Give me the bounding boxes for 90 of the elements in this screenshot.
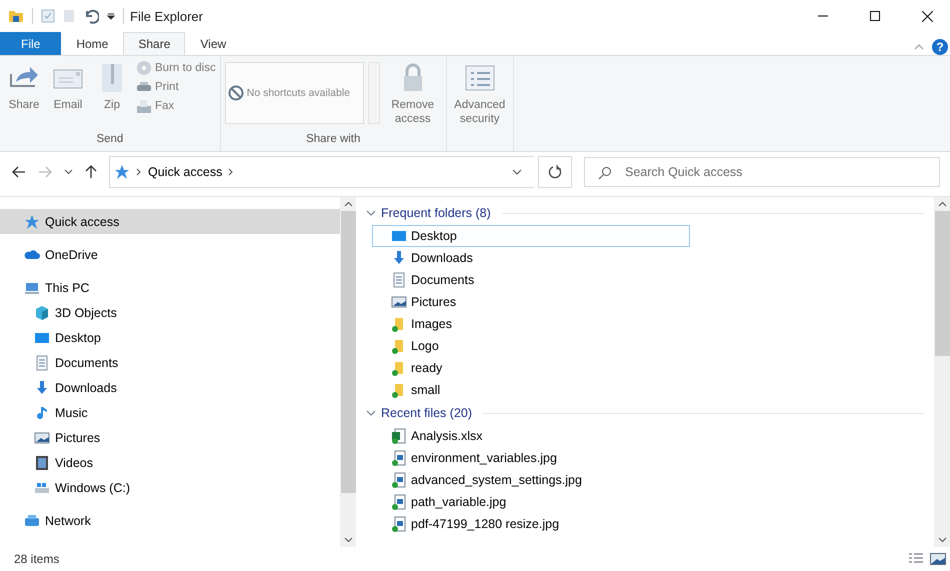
address-field[interactable]: Quick access: [109, 156, 534, 188]
file-item[interactable]: environment_variables.jpg: [372, 447, 690, 469]
ribbon-group-label: Share with: [305, 133, 362, 147]
star-icon: [24, 214, 40, 230]
image-icon: [391, 450, 407, 466]
chevron-up-icon[interactable]: [914, 43, 924, 51]
help-button[interactable]: ?: [932, 39, 948, 55]
up-arrow-icon: [85, 165, 97, 179]
file-item[interactable]: Downloads: [372, 247, 690, 269]
nav-tree-item[interactable]: Windows (C:): [0, 475, 340, 500]
large-icons-view-button[interactable]: [930, 552, 946, 566]
search-field[interactable]: Search Quick access: [584, 157, 940, 187]
ribbon-button[interactable]: Advanced security: [450, 60, 509, 133]
forward-arrow-icon: [38, 166, 52, 178]
file-item[interactable]: Images: [372, 313, 690, 335]
cube-icon: [34, 304, 50, 320]
download-icon: [34, 380, 50, 396]
chevron-down-icon[interactable]: [512, 169, 522, 175]
file-item[interactable]: Documents: [372, 269, 690, 291]
disc-icon: [136, 60, 152, 76]
file-item[interactable]: ready: [372, 357, 690, 379]
ribbon-tab[interactable]: File: [0, 32, 62, 55]
nav-tree-item[interactable]: Desktop: [0, 325, 340, 350]
desktop-icon: [391, 228, 407, 244]
file-item[interactable]: advanced_system_settings.jpg: [372, 469, 690, 491]
download-icon: [391, 250, 407, 266]
window-title: File Explorer: [130, 8, 203, 24]
nav-tree-item[interactable]: Downloads: [0, 375, 340, 400]
star-icon: [114, 164, 130, 180]
ribbon-small-button[interactable]: Burn to disc: [136, 60, 216, 76]
sidebar-scrollbar[interactable]: [340, 197, 356, 547]
chevron-right-icon: [228, 168, 234, 176]
image-icon: [391, 516, 407, 532]
videos-icon: [34, 454, 50, 470]
pictures-icon: [34, 430, 50, 446]
prohibited-icon: [228, 85, 244, 101]
nav-tree-item[interactable]: 3D Objects: [0, 300, 340, 325]
file-item[interactable]: Desktop: [372, 225, 690, 247]
undo-icon[interactable]: [83, 8, 99, 24]
fax-icon: [136, 98, 152, 114]
refresh-button[interactable]: [538, 156, 572, 188]
folder-icon[interactable]: [8, 8, 24, 24]
nav-tree-item[interactable]: Documents: [0, 350, 340, 375]
nav-tree-item[interactable]: Quick access: [0, 209, 340, 234]
picture-icon: [930, 552, 946, 566]
ribbon-button[interactable]: Zip: [92, 60, 132, 133]
image-icon: [391, 494, 407, 510]
ribbon-button[interactable]: Remove access: [384, 60, 442, 133]
file-item[interactable]: Logo: [372, 335, 690, 357]
maximize-icon: [870, 11, 880, 21]
nav-tree-item[interactable]: OneDrive: [0, 242, 340, 267]
ribbon-tab[interactable]: View: [185, 32, 242, 55]
pictures-icon: [391, 294, 407, 310]
breadcrumb[interactable]: Quick access: [148, 165, 222, 179]
file-item[interactable]: Pictures: [372, 291, 690, 313]
file-item[interactable]: path_variable.jpg: [372, 491, 690, 513]
caret-icon[interactable]: [107, 12, 115, 20]
ribbon-button[interactable]: Share: [4, 60, 44, 133]
content-scrollbar[interactable]: [934, 197, 950, 547]
ribbon-small-button[interactable]: Fax: [136, 98, 216, 114]
file-item[interactable]: small: [372, 379, 690, 401]
group-header[interactable]: Frequent folders (8): [381, 206, 491, 220]
ribbon-button[interactable]: Email: [48, 60, 88, 133]
close-icon: [922, 10, 932, 22]
docs-icon: [391, 272, 407, 288]
image-icon: [391, 472, 407, 488]
back-arrow-icon: [12, 166, 26, 178]
chevron-down-icon: [64, 169, 73, 175]
refresh-icon: [548, 165, 562, 179]
ribbon-tab[interactable]: Home: [61, 32, 124, 55]
gallery-empty-text: No shortcuts available: [246, 87, 350, 99]
docs-icon: [34, 354, 50, 370]
nav-tree-item[interactable]: Videos: [0, 450, 340, 475]
chevron-down-icon[interactable]: [366, 409, 376, 417]
file-item[interactable]: Analysis.xlsx: [372, 425, 690, 447]
nav-tree-item[interactable]: Music: [0, 400, 340, 425]
chevron-right-icon: [136, 168, 142, 176]
search-icon: [598, 166, 612, 180]
chevron-down-icon[interactable]: [366, 209, 376, 217]
file-item[interactable]: pdf-47199_1280 resize.jpg: [372, 513, 690, 535]
ribbon-small-button[interactable]: Print: [136, 79, 216, 95]
nav-tree-item[interactable]: This PC: [0, 275, 340, 300]
ribbon-tab[interactable]: Share: [123, 32, 186, 55]
nav-tree-item[interactable]: Network: [0, 508, 340, 533]
group-header[interactable]: Recent files (20): [381, 406, 472, 420]
nav-tree-item[interactable]: Pictures: [0, 425, 340, 450]
item-count: 28 items: [14, 552, 60, 566]
music-icon: [34, 404, 50, 420]
ribbon-group-label: Send: [95, 133, 124, 147]
excel-icon: [391, 428, 407, 444]
